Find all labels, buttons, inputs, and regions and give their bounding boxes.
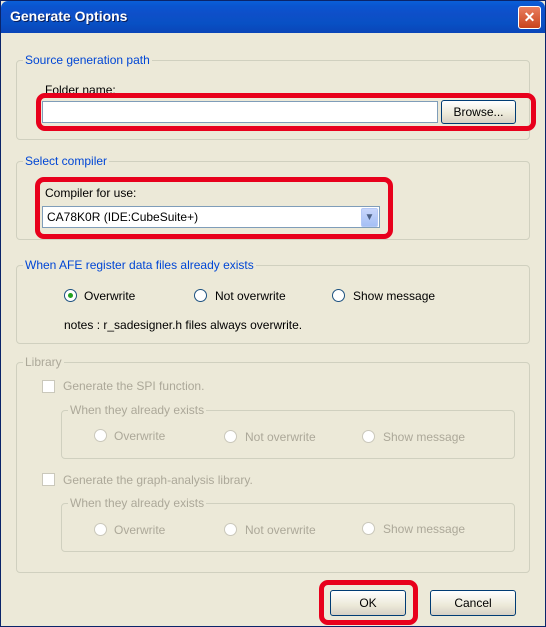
spi-overwrite-label[interactable]: Overwrite (114, 429, 165, 443)
graph-not-overwrite-radio[interactable] (224, 523, 237, 536)
spi-exists-legend: When they already exists (70, 403, 205, 417)
cancel-button-label: Cancel (454, 596, 492, 610)
afe-overwrite-radio[interactable] (64, 289, 77, 302)
graph-not-overwrite-label[interactable]: Not overwrite (245, 523, 316, 537)
dialog-client: Source generation path Folder name: Brow… (4, 33, 542, 625)
graph-show-message-label[interactable]: Show message (383, 522, 465, 536)
ok-highlight-box (319, 580, 418, 625)
cancel-button[interactable]: Cancel (430, 590, 516, 616)
graph-overwrite-radio[interactable] (94, 523, 107, 536)
generate-options-dialog: Generate Options ✕ Source generation pat… (0, 0, 546, 627)
close-button[interactable]: ✕ (518, 6, 541, 29)
afe-register-legend: When AFE register data files already exi… (25, 258, 254, 272)
source-path-legend: Source generation path (25, 53, 150, 67)
title-bar[interactable]: Generate Options ✕ (1, 1, 545, 33)
library-legend: Library (25, 355, 62, 369)
graph-analysis-label[interactable]: Generate the graph-analysis library. (63, 473, 253, 487)
afe-not-overwrite-radio[interactable] (194, 289, 207, 302)
afe-show-message-radio[interactable] (332, 289, 345, 302)
afe-overwrite-label[interactable]: Overwrite (84, 289, 135, 303)
select-compiler-legend: Select compiler (25, 154, 108, 168)
window-title: Generate Options (10, 8, 128, 24)
folder-highlight-box (36, 93, 536, 131)
spi-overwrite-radio[interactable] (94, 429, 107, 442)
graph-overwrite-label[interactable]: Overwrite (114, 523, 165, 537)
graph-show-message-radio[interactable] (362, 522, 375, 535)
afe-note: notes : r_sadesigner.h files always over… (64, 318, 303, 332)
spi-show-message-label[interactable]: Show message (383, 430, 465, 444)
spi-not-overwrite-radio[interactable] (224, 430, 237, 443)
spi-not-overwrite-label[interactable]: Not overwrite (245, 430, 316, 444)
graph-analysis-checkbox[interactable] (42, 473, 55, 486)
close-icon: ✕ (523, 9, 536, 25)
graph-exists-legend: When they already exists (70, 496, 205, 510)
spi-function-checkbox[interactable] (42, 380, 55, 393)
afe-show-message-label[interactable]: Show message (353, 289, 435, 303)
compiler-highlight-box (35, 177, 393, 239)
spi-function-label[interactable]: Generate the SPI function. (63, 379, 204, 393)
afe-not-overwrite-label[interactable]: Not overwrite (215, 289, 286, 303)
spi-show-message-radio[interactable] (362, 430, 375, 443)
